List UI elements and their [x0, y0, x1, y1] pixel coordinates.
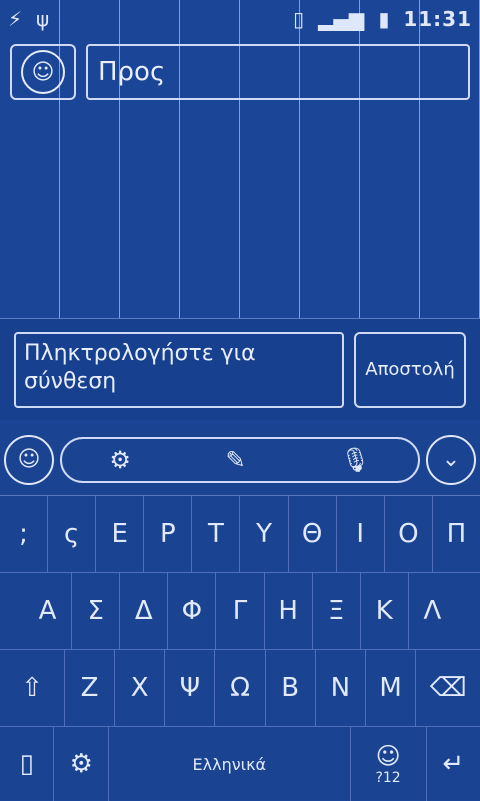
settings-icon[interactable]: ⚙ — [109, 446, 131, 474]
battery-icon: ▮ — [378, 7, 390, 31]
key[interactable]: Φ — [168, 573, 217, 649]
message-input[interactable] — [14, 331, 344, 408]
compose-bar: Αποστολή — [0, 318, 480, 420]
backspace-key[interactable]: ⌫ — [416, 650, 480, 726]
key[interactable]: Ω — [215, 650, 266, 726]
key[interactable]: ς — [48, 496, 97, 572]
hide-keyboard-icon[interactable]: ⌄ — [426, 434, 476, 485]
key[interactable]: Ξ — [313, 573, 361, 649]
symbols-key[interactable]: ☺ ?12 — [351, 727, 427, 801]
contact-icon: ☺ — [21, 50, 65, 94]
key[interactable]: Η — [265, 573, 313, 649]
key[interactable]: Β — [266, 650, 316, 726]
key-row-4: ▯ ⚙ Ελληνικά ☺ ?12 ↵ — [0, 727, 480, 801]
language-key[interactable]: ▯ — [0, 727, 55, 801]
sim-icon: ▯ — [293, 7, 305, 31]
usb-icon: ⚡ — [8, 7, 23, 31]
recipient-input[interactable] — [86, 44, 470, 100]
keyboard: ☺ ⚙ ✎ 🎙 ⌄ ; ς Ε Ρ Τ Υ Θ Ι Ο Π Α Σ Δ Φ Γ … — [0, 424, 480, 801]
symbols-label: ?12 — [375, 770, 401, 786]
key[interactable]: Υ — [240, 496, 289, 572]
key[interactable]: Ν — [316, 650, 366, 726]
space-key[interactable]: Ελληνικά — [109, 727, 351, 801]
key[interactable]: Π — [433, 496, 480, 572]
keyboard-toolbar: ☺ ⚙ ✎ 🎙 ⌄ — [0, 424, 480, 496]
key[interactable]: Χ — [115, 650, 166, 726]
key[interactable]: Ο — [385, 496, 433, 572]
settings-key[interactable]: ⚙ — [54, 727, 109, 801]
key[interactable]: Γ — [216, 573, 265, 649]
smiley-icon: ☺ — [375, 742, 401, 770]
send-button[interactable]: Αποστολή — [354, 331, 466, 408]
key[interactable]: Ι — [337, 496, 385, 572]
key[interactable]: Α — [24, 573, 73, 649]
add-contact-button[interactable]: ☺ — [10, 44, 76, 100]
keyboard-tools: ⚙ ✎ 🎙 — [60, 436, 420, 483]
pen-icon[interactable]: ✎ — [225, 446, 245, 474]
recipient-row: ☺ — [10, 44, 470, 102]
signal-icon: ▂▄▆ — [318, 7, 365, 31]
key[interactable]: Ε — [96, 496, 145, 572]
key[interactable]: Θ — [289, 496, 337, 572]
key[interactable]: Μ — [366, 650, 417, 726]
key-row-1: ; ς Ε Ρ Τ Υ Θ Ι Ο Π — [0, 496, 480, 573]
key-row-3: ⇧ Ζ Χ Ψ Ω Β Ν Μ ⌫ — [0, 650, 480, 727]
key[interactable]: Τ — [192, 496, 241, 572]
key[interactable]: Ψ — [165, 650, 216, 726]
key[interactable]: Ρ — [144, 496, 193, 572]
key[interactable]: Λ — [409, 573, 456, 649]
status-bar: ⚡ ψ ▯ ▂▄▆ ▮ 11:31 — [0, 0, 480, 38]
enter-key[interactable]: ↵ — [427, 727, 480, 801]
shift-key[interactable]: ⇧ — [0, 650, 65, 726]
gear-icon: ⚙ — [69, 749, 93, 779]
lightning-icon: ψ — [36, 7, 50, 31]
key[interactable]: Δ — [120, 573, 169, 649]
clock: 11:31 — [403, 7, 472, 31]
key[interactable]: Κ — [361, 573, 409, 649]
key[interactable]: Ζ — [65, 650, 116, 726]
emoji-icon[interactable]: ☺ — [4, 434, 54, 485]
key[interactable]: Σ — [72, 573, 121, 649]
key-row-2: Α Σ Δ Φ Γ Η Ξ Κ Λ — [0, 573, 480, 650]
key[interactable]: ; — [0, 496, 49, 572]
microphone-icon[interactable]: 🎙 — [340, 446, 370, 474]
language-icon: ▯ — [19, 749, 34, 779]
